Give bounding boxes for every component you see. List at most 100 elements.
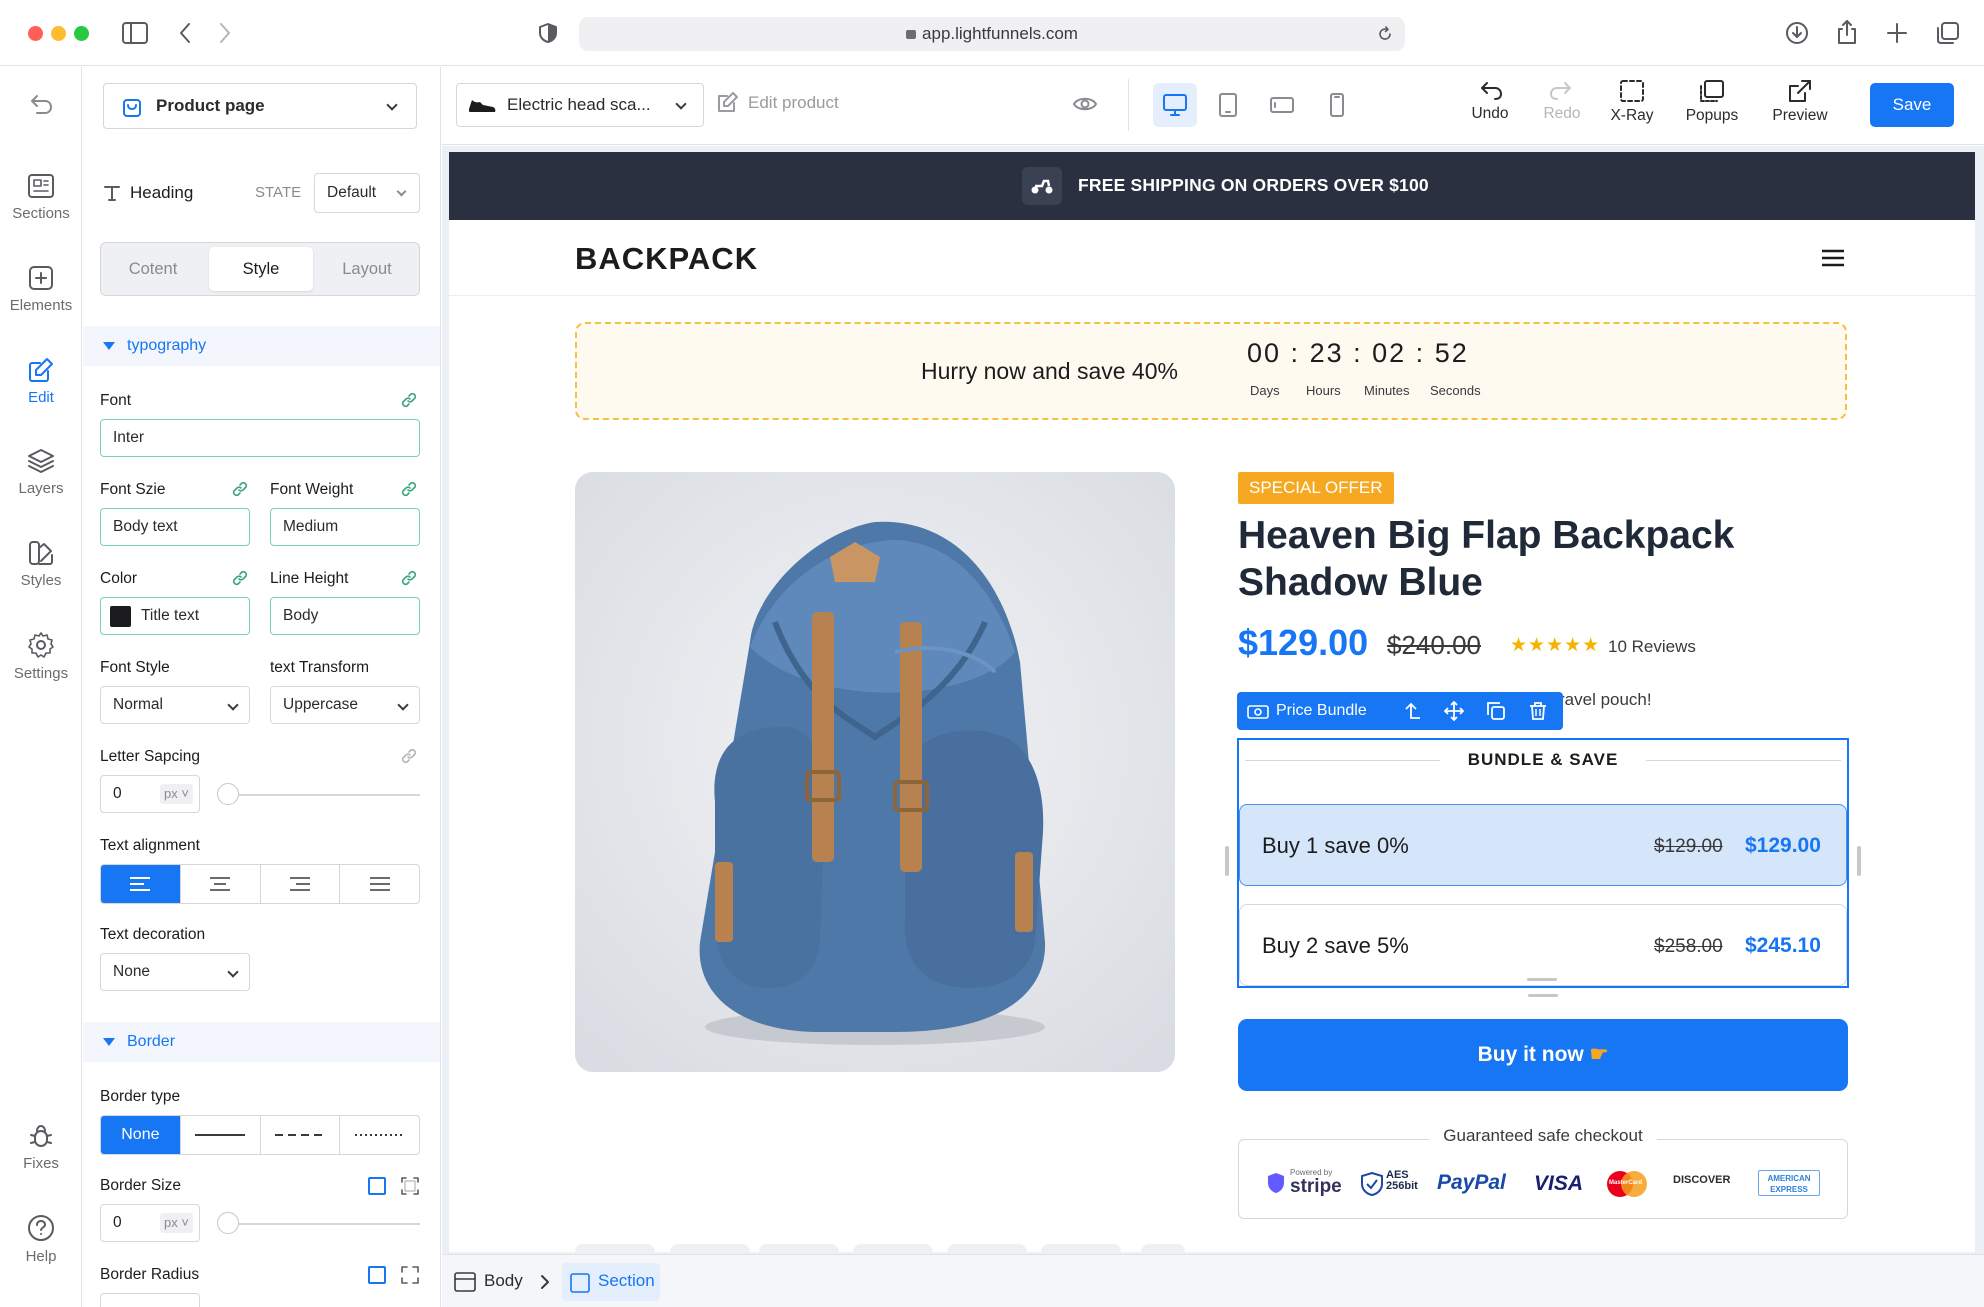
color-swatch[interactable]	[110, 606, 131, 627]
unit-select[interactable]: px ˅	[160, 784, 193, 804]
tablet-icon[interactable]	[1218, 93, 1238, 117]
thumbnail-image[interactable]	[1041, 1244, 1121, 1252]
rail-item-edit[interactable]: Edit	[0, 357, 82, 406]
rail-item-layers[interactable]: Layers	[0, 448, 82, 497]
rail-item-sections[interactable]: Sections	[0, 173, 82, 222]
save-button[interactable]: Save	[1870, 83, 1954, 127]
download-icon[interactable]	[1785, 21, 1809, 45]
tab-layout[interactable]: Layout	[315, 243, 419, 295]
link-icon[interactable]	[400, 391, 418, 409]
price-bundle[interactable]: BUNDLE & SAVE Buy 1 save 0% $129.00 $129…	[1237, 738, 1849, 988]
address-bar[interactable]: app.lightfunnels.com	[579, 17, 1405, 51]
breadcrumb-body[interactable]: Body	[484, 1271, 523, 1291]
undo-button[interactable]: Undo	[1462, 79, 1518, 123]
move-icon[interactable]	[1444, 701, 1464, 721]
link-icon[interactable]	[400, 569, 418, 587]
mobile-icon[interactable]	[1329, 93, 1345, 117]
individual-corners-icon[interactable]	[400, 1265, 420, 1285]
border-solid-button[interactable]	[181, 1116, 261, 1154]
font-field[interactable]: Inter	[100, 419, 420, 457]
link-icon[interactable]	[400, 480, 418, 498]
align-justify-button[interactable]	[340, 865, 419, 903]
thumbnail-image[interactable]	[947, 1244, 1027, 1252]
page-select[interactable]: Product page	[103, 83, 417, 129]
preview-button[interactable]: Preview	[1768, 79, 1832, 125]
eye-icon[interactable]	[1072, 93, 1098, 115]
bundle-option-2[interactable]: Buy 2 save 5% $258.00 $245.10	[1239, 904, 1847, 986]
sidebar-toggle-icon[interactable]	[122, 22, 148, 44]
thumbnail-image[interactable]	[853, 1244, 933, 1252]
uniform-border-toggle[interactable]	[368, 1177, 386, 1195]
thumbnail-image[interactable]	[1141, 1244, 1185, 1252]
tablet-landscape-icon[interactable]	[1270, 96, 1294, 114]
resize-handle-right[interactable]	[1857, 846, 1861, 876]
back-icon[interactable]	[178, 22, 192, 44]
line-height-field[interactable]: Body	[270, 597, 420, 635]
new-tab-icon[interactable]	[1886, 22, 1908, 44]
thumbnail-image[interactable]	[759, 1244, 839, 1252]
border-radius-field[interactable]	[100, 1293, 200, 1307]
border-size-field[interactable]: 0 px ˅	[100, 1204, 200, 1242]
product-select[interactable]: Electric head sca...	[456, 83, 704, 127]
tab-style[interactable]: Style	[209, 247, 313, 291]
hamburger-menu-icon[interactable]	[1821, 248, 1845, 268]
border-size-slider-handle[interactable]	[217, 1212, 239, 1234]
text-transform-select[interactable]: Uppercase	[270, 686, 420, 724]
thumbnail-image[interactable]	[670, 1244, 750, 1252]
align-left-button[interactable]	[101, 865, 181, 903]
font-weight-field[interactable]: Medium	[270, 508, 420, 546]
trash-icon[interactable]	[1528, 701, 1548, 721]
popups-button[interactable]: Popups	[1680, 79, 1744, 125]
resize-handle-outer[interactable]	[1528, 994, 1558, 997]
unit-select[interactable]: px ˅	[160, 1213, 193, 1233]
font-style-select[interactable]: Normal	[100, 686, 250, 724]
privacy-shield-icon[interactable]	[538, 22, 558, 44]
typography-section-header[interactable]: typography	[83, 326, 440, 366]
letter-spacing-slider[interactable]	[219, 794, 420, 796]
state-select[interactable]: Default	[314, 173, 420, 213]
link-icon[interactable]	[231, 480, 249, 498]
undo-history-icon[interactable]	[29, 93, 53, 115]
bundle-option-1[interactable]: Buy 1 save 0% $129.00 $129.00	[1239, 804, 1847, 886]
rail-item-styles[interactable]: Styles	[0, 540, 82, 589]
redo-button[interactable]: Redo	[1534, 79, 1590, 123]
thumbnail-image[interactable]	[575, 1244, 655, 1252]
product-title[interactable]: Heaven Big Flap Backpack Shadow Blue	[1238, 512, 1868, 606]
resize-handle-left[interactable]	[1225, 846, 1229, 876]
align-right-button[interactable]	[261, 865, 341, 903]
reload-icon[interactable]	[1377, 26, 1393, 42]
border-none-button[interactable]: None	[101, 1116, 181, 1154]
border-section-header[interactable]: Border	[83, 1022, 440, 1062]
countdown-banner[interactable]: Hurry now and save 40% 00 : 23 : 02 : 52…	[575, 322, 1847, 420]
breadcrumb-section[interactable]: Section	[562, 1263, 660, 1301]
border-dotted-button[interactable]	[340, 1116, 419, 1154]
buy-it-now-button[interactable]: Buy it now ☛	[1238, 1019, 1848, 1091]
forward-icon[interactable]	[218, 22, 232, 44]
rail-item-elements[interactable]: Elements	[0, 265, 82, 314]
desktop-view-button[interactable]	[1153, 83, 1197, 127]
share-icon[interactable]	[1836, 19, 1858, 45]
product-image[interactable]	[575, 472, 1175, 1072]
close-window-button[interactable]	[28, 26, 43, 41]
rail-item-fixes[interactable]: Fixes	[0, 1123, 82, 1172]
minimize-window-button[interactable]	[51, 26, 66, 41]
letter-spacing-slider-handle[interactable]	[217, 783, 239, 805]
duplicate-icon[interactable]	[1486, 701, 1506, 721]
rail-item-help[interactable]: Help	[0, 1214, 82, 1265]
border-dashed-button[interactable]	[261, 1116, 341, 1154]
link-icon[interactable]	[400, 747, 418, 765]
text-decoration-select[interactable]: None	[100, 953, 250, 991]
edit-product-button[interactable]: Edit product	[716, 92, 839, 113]
store-logo[interactable]: BACKPACK	[575, 241, 758, 277]
tab-content[interactable]: Cotent	[101, 243, 205, 295]
link-icon[interactable]	[231, 569, 249, 587]
align-center-button[interactable]	[181, 865, 261, 903]
reviews-count[interactable]: 10 Reviews	[1608, 637, 1696, 657]
select-parent-icon[interactable]	[1402, 701, 1422, 721]
individual-sides-icon[interactable]	[400, 1176, 420, 1196]
uniform-radius-toggle[interactable]	[368, 1266, 386, 1284]
border-size-slider[interactable]	[219, 1223, 420, 1225]
color-field[interactable]: Title text	[100, 597, 250, 635]
maximize-window-button[interactable]	[74, 26, 89, 41]
rail-item-settings[interactable]: Settings	[0, 631, 82, 682]
